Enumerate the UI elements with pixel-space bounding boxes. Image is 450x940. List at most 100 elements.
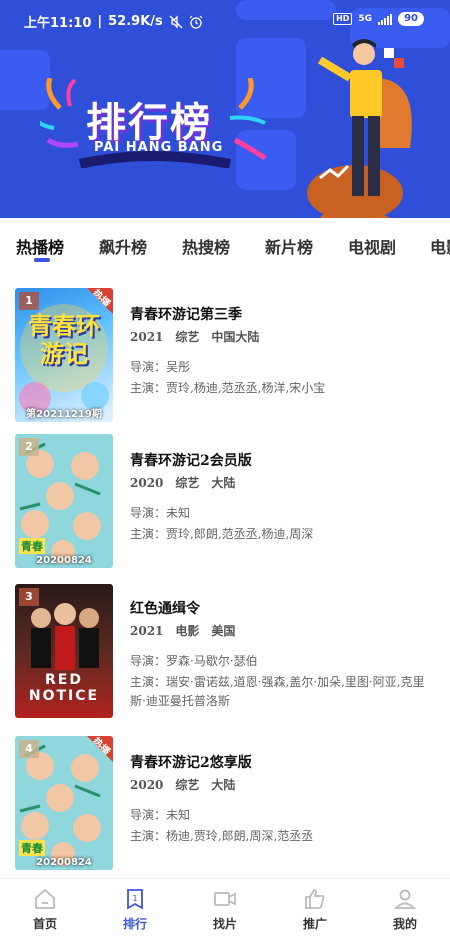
director-value: 罗森·马歇尔·瑟伯 [166, 654, 258, 668]
network-type: 5G [358, 14, 373, 24]
cast-label: 主演： [130, 675, 167, 689]
nav-promote[interactable]: 推广 [280, 887, 350, 932]
item-cast: 主演：贾玲,郎朗,范丞丞,杨迪,周深 [130, 525, 435, 544]
item-title[interactable]: 青春环游记第三季 [130, 304, 435, 326]
tab-active-indicator [34, 258, 50, 262]
nav-find-movie-label: 找片 [212, 917, 237, 931]
item-genre: 电影 [175, 624, 200, 638]
item-meta: 2021 电影 美国 [130, 622, 435, 646]
ranking-icon: 1 [127, 889, 143, 910]
list-item[interactable]: 青春环游记 1 热播 第20211219期 青春环游记第三季 2021 综艺 中国大… [0, 288, 450, 428]
nav-mine[interactable]: 我的 [370, 887, 440, 932]
list-item[interactable]: 青春 2 20200824 青春环游记2会员版 2020 综艺 大陆 导演：未知 主… [0, 434, 450, 574]
tab-new-release[interactable]: 新片榜 [265, 234, 313, 258]
alarm-icon [189, 15, 203, 29]
user-icon [393, 889, 417, 909]
item-genre: 综艺 [175, 476, 200, 490]
nav-home[interactable]: 首页 [10, 887, 80, 932]
hd-badge: HD [333, 13, 353, 25]
item-cast: 主演：瑞安·雷诺兹,道恩·强森,盖尔·加朵,里图·阿亚,克里斯·迪亚曼托普洛斯 [130, 673, 435, 711]
item-region: 中国大陆 [211, 330, 260, 344]
nav-promote-label: 推广 [302, 917, 327, 931]
poster[interactable]: 青春 2 20200824 [15, 434, 113, 568]
tab-bar: 热播榜 飙升榜 热搜榜 新片榜 电视剧 电影 [0, 218, 450, 274]
status-time: 上午11:10 [24, 16, 92, 31]
status-bar: 上午11:10 | 52.9K/s HD 5G 90 [0, 0, 450, 40]
item-info: 青春环游记2悠享版 2020 综艺 大陆 导演：未知 主演：杨迪,贾玲,郎朗,周深,… [130, 752, 435, 846]
item-info: 青春环游记第三季 2021 综艺 中国大陆 导演：吴彤 主演：贾玲,杨迪,范丞丞,杨… [130, 304, 435, 398]
poster[interactable]: RED NOTICE 3 [15, 584, 113, 718]
rank-badge: 3 [19, 588, 39, 606]
list-item[interactable]: RED NOTICE 3 红色通缉令 2021 电影 美国 导演：罗森·马歇尔·瑟伯… [0, 584, 450, 724]
poster-title: RED NOTICE [28, 672, 100, 704]
svg-text:1: 1 [132, 894, 137, 903]
cast-value: 杨迪,贾玲,郎朗,周深,范丞丞 [166, 829, 314, 843]
director-value: 吴彤 [166, 360, 191, 374]
nav-ranking[interactable]: 1 排行 [100, 887, 170, 932]
signal-icon [378, 13, 393, 25]
item-year: 2020 [130, 778, 164, 792]
status-divider: | [97, 14, 103, 29]
item-meta: 2020 综艺 大陆 [130, 474, 435, 498]
item-cast: 主演：贾玲,杨迪,范丞丞,杨洋,宋小宝 [130, 379, 435, 398]
tab-rising[interactable]: 飙升榜 [99, 234, 147, 258]
item-year: 2021 [130, 330, 164, 344]
item-info: 红色通缉令 2021 电影 美国 导演：罗森·马歇尔·瑟伯 主演：瑞安·雷诺兹,道恩… [130, 598, 435, 711]
item-year: 2021 [130, 624, 164, 638]
tab-movie[interactable]: 电影 [430, 234, 450, 258]
item-director: 导演：未知 [130, 504, 435, 523]
nav-ranking-label: 排行 [122, 917, 147, 931]
item-region: 美国 [211, 624, 236, 638]
banner-subtitle: PAI HANG BANG [94, 140, 224, 155]
director-value: 未知 [166, 808, 191, 822]
mute-icon [169, 14, 183, 29]
poster-title: 青春 [19, 538, 45, 554]
nav-mine-label: 我的 [392, 917, 417, 931]
item-meta: 2021 综艺 中国大陆 [130, 328, 435, 352]
poster-date: 第20211219期 [26, 409, 102, 420]
list-item[interactable]: 青春 4 热播 20200824 青春环游记2悠享版 2020 综艺 大陆 导演：未… [0, 736, 450, 876]
item-director: 导演：吴彤 [130, 358, 435, 377]
item-title[interactable]: 红色通缉令 [130, 598, 435, 620]
director-label: 导演： [130, 808, 167, 822]
cast-value: 贾玲,杨迪,范丞丞,杨洋,宋小宝 [166, 381, 326, 395]
item-title[interactable]: 青春环游记2会员版 [130, 450, 435, 472]
bottom-nav: 首页 1 排行 找片 推广 我的 [0, 878, 450, 940]
poster-date: 20200824 [36, 857, 92, 868]
director-label: 导演： [130, 654, 167, 668]
item-info: 青春环游记2会员版 2020 综艺 大陆 导演：未知 主演：贾玲,郎朗,范丞丞,杨迪… [130, 450, 435, 544]
cast-label: 主演： [130, 829, 167, 843]
poster[interactable]: 青春 4 热播 20200824 [15, 736, 113, 870]
person-illustration-icon [307, 39, 412, 218]
tab-tv-series[interactable]: 电视剧 [348, 234, 396, 258]
cast-value: 贾玲,郎朗,范丞丞,杨迪,周深 [166, 527, 314, 541]
video-camera-icon [214, 892, 236, 906]
tab-hot-play[interactable]: 热播榜 [16, 234, 64, 258]
poster[interactable]: 青春环游记 1 热播 第20211219期 [15, 288, 113, 422]
item-year: 2020 [130, 476, 164, 490]
banner-logo: 排行榜 PAI HANG BANG [40, 78, 270, 168]
item-director: 导演：未知 [130, 806, 435, 825]
director-label: 导演： [130, 360, 167, 374]
nav-find-movie[interactable]: 找片 [190, 887, 260, 932]
poster-title: 青春环游记 [28, 312, 100, 368]
director-label: 导演： [130, 506, 167, 520]
rank-badge: 1 [19, 292, 39, 310]
item-genre: 综艺 [175, 330, 200, 344]
tab-hot-search[interactable]: 热搜榜 [182, 234, 230, 258]
poster-date: 20200824 [36, 555, 92, 566]
thumbs-up-icon [305, 889, 325, 909]
rank-badge: 4 [19, 740, 39, 758]
item-region: 大陆 [211, 476, 236, 490]
home-icon [35, 888, 55, 909]
battery-icon: 90 [398, 12, 424, 26]
status-net-speed: 52.9K/s [108, 14, 163, 29]
item-title[interactable]: 青春环游记2悠享版 [130, 752, 435, 774]
item-genre: 综艺 [175, 778, 200, 792]
cast-label: 主演： [130, 527, 167, 541]
poster-title: 青春 [19, 840, 45, 856]
rank-badge: 2 [19, 438, 39, 456]
cast-value: 瑞安·雷诺兹,道恩·强森,盖尔·加朵,里图·阿亚,克里斯·迪亚曼托普洛斯 [130, 675, 425, 708]
item-director: 导演：罗森·马歇尔·瑟伯 [130, 652, 435, 671]
item-meta: 2020 综艺 大陆 [130, 776, 435, 800]
